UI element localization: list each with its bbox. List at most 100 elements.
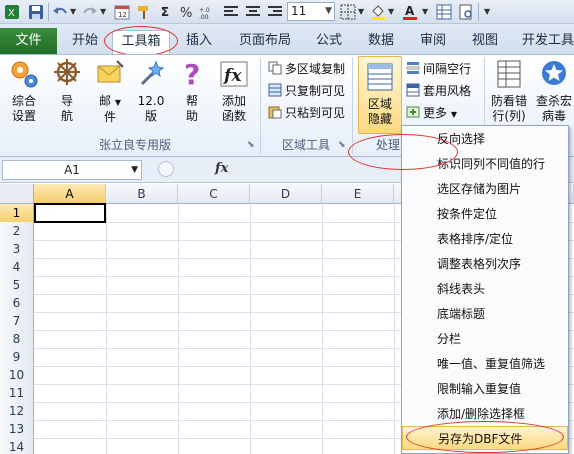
- area-hide-button[interactable]: 区域 隐藏: [358, 56, 402, 134]
- row-header[interactable]: 14: [0, 438, 34, 454]
- menu-item-invert-selection[interactable]: 反向选择: [402, 127, 568, 151]
- row-header[interactable]: 1: [0, 204, 34, 223]
- insert-function-icon[interactable]: fx: [215, 161, 228, 176]
- percent-icon[interactable]: %: [180, 4, 194, 20]
- paste-visible-button[interactable]: 只粘到可见: [268, 104, 345, 122]
- font-size-value: 11: [291, 4, 307, 18]
- tab-view[interactable]: 视图: [464, 30, 506, 54]
- row-header[interactable]: 12: [0, 402, 34, 421]
- borders-dropdown-icon[interactable]: ▼: [358, 3, 364, 21]
- button-label: 帮: [185, 94, 198, 108]
- tab-toolbox[interactable]: 工具箱: [112, 30, 170, 54]
- fill-color-dropdown-icon[interactable]: ▼: [388, 3, 394, 21]
- menu-item-unique-duplicate-filter[interactable]: 唯一值、重复值筛选: [402, 352, 568, 376]
- tab-home[interactable]: 开始: [62, 30, 108, 54]
- menu-item-limit-duplicate-input[interactable]: 限制输入重复值: [402, 377, 568, 401]
- align-left-icon[interactable]: [224, 5, 238, 19]
- chevron-down-icon[interactable]: ▼: [131, 161, 138, 179]
- tab-developer[interactable]: 开发工具: [516, 30, 574, 54]
- decimal-increase-icon[interactable]: +.0.00: [199, 4, 217, 20]
- menu-item-table-sort-locate[interactable]: 表格排序/定位: [402, 227, 568, 251]
- svg-text:A: A: [405, 4, 415, 18]
- row-header[interactable]: 4: [0, 258, 34, 277]
- kill-macro-virus-button[interactable]: 查杀宏 病毒: [532, 58, 574, 124]
- add-function-button[interactable]: fx 添加 函数: [215, 58, 253, 124]
- font-size-box[interactable]: 11 ▼: [287, 2, 335, 21]
- copy-visible-button[interactable]: 只复制可见: [268, 82, 345, 100]
- tab-review[interactable]: 审阅: [412, 30, 454, 54]
- tab-file[interactable]: 文件: [0, 28, 57, 54]
- align-center-icon[interactable]: [246, 5, 260, 19]
- row-header[interactable]: 5: [0, 276, 34, 295]
- row-header[interactable]: 10: [0, 366, 34, 385]
- active-cell-a1[interactable]: [34, 203, 106, 223]
- redo-icon[interactable]: [82, 5, 98, 19]
- multi-area-copy-button[interactable]: 多区域复制: [268, 60, 345, 78]
- row-header[interactable]: 9: [0, 348, 34, 367]
- formula-bar-resize-handle[interactable]: [158, 161, 174, 177]
- column-header-b[interactable]: B: [106, 184, 178, 204]
- row-header[interactable]: 6: [0, 294, 34, 313]
- column-header-c[interactable]: C: [178, 184, 250, 204]
- menu-item-diagonal-header[interactable]: 斜线表头: [402, 277, 568, 301]
- menu-item-adjust-column-order[interactable]: 调整表格列次序: [402, 252, 568, 276]
- menu-item-mark-different-rows[interactable]: 标识同列不同值的行: [402, 152, 568, 176]
- save-icon[interactable]: [28, 4, 44, 20]
- borders-icon[interactable]: [340, 4, 356, 20]
- row-header[interactable]: 13: [0, 420, 34, 439]
- button-label: 区域: [367, 97, 392, 111]
- more-button[interactable]: 更多 ▼: [406, 104, 457, 122]
- svg-text:12: 12: [118, 11, 127, 19]
- mail-button[interactable]: 邮 ▼ 件: [90, 58, 130, 125]
- print-preview-icon[interactable]: [458, 4, 474, 20]
- dialog-launcher-icon[interactable]: ⬊: [338, 140, 346, 150]
- tab-insert[interactable]: 插入: [176, 30, 222, 54]
- undo-dropdown-icon[interactable]: ▼: [70, 3, 76, 21]
- anti-misread-button[interactable]: 防看错 行(列): [488, 58, 530, 124]
- column-header-a[interactable]: A: [34, 184, 106, 204]
- format-painter-icon[interactable]: [136, 4, 152, 20]
- mail-icon: [97, 60, 124, 83]
- align-right-icon[interactable]: [268, 5, 282, 19]
- button-label: 航: [60, 109, 73, 123]
- row-header[interactable]: 3: [0, 240, 34, 259]
- comprehensive-settings-button[interactable]: 综合 设置: [6, 58, 42, 124]
- customize-toolbar-icon[interactable]: ▼: [484, 3, 490, 21]
- button-label: 助: [185, 109, 198, 123]
- undo-icon[interactable]: [52, 5, 68, 19]
- chevron-down-icon[interactable]: ▼: [325, 3, 332, 20]
- row-header[interactable]: 11: [0, 384, 34, 403]
- font-color-dropdown-icon[interactable]: ▼: [422, 3, 428, 21]
- column-header-d[interactable]: D: [250, 184, 322, 204]
- table-grid-icon[interactable]: [436, 4, 452, 20]
- help-button[interactable]: ? 帮 助: [175, 58, 209, 124]
- button-label: 更多: [423, 106, 448, 120]
- menu-item-columns[interactable]: 分栏: [402, 327, 568, 351]
- calendar-icon[interactable]: 12: [114, 4, 130, 20]
- menu-item-bottom-title[interactable]: 底端标题: [402, 302, 568, 326]
- select-all-corner[interactable]: [0, 184, 34, 204]
- interval-blank-rows-button[interactable]: 间隔空行: [406, 60, 471, 78]
- grid-line: [106, 204, 107, 454]
- tab-formulas[interactable]: 公式: [308, 30, 350, 54]
- menu-item-checkbox-toggle[interactable]: 添加/删除选择框: [402, 402, 568, 426]
- row-header[interactable]: 7: [0, 312, 34, 331]
- version-12-button[interactable]: 12.0 版: [135, 58, 167, 124]
- autosum-icon[interactable]: Σ: [158, 3, 172, 21]
- row-header[interactable]: 8: [0, 330, 34, 349]
- apply-style-button[interactable]: 套用风格: [406, 82, 471, 100]
- name-box[interactable]: A1 ▼: [2, 160, 142, 180]
- menu-item-save-selection-image[interactable]: 选区存储为图片: [402, 177, 568, 201]
- menu-item-save-as-dbf[interactable]: 另存为DBF文件: [402, 426, 568, 450]
- column-header-e[interactable]: E: [322, 184, 394, 204]
- navigation-button[interactable]: 导 航: [50, 58, 84, 124]
- row-header[interactable]: 2: [0, 222, 34, 241]
- fill-color-icon[interactable]: [370, 3, 386, 21]
- menu-item-locate-by-condition[interactable]: 按条件定位: [402, 202, 568, 226]
- font-color-icon[interactable]: A: [402, 3, 418, 21]
- redo-dropdown-icon[interactable]: ▼: [100, 3, 106, 21]
- button-label: 综合: [11, 94, 36, 108]
- dialog-launcher-icon[interactable]: ⬊: [247, 140, 255, 150]
- tab-page-layout[interactable]: 页面布局: [232, 30, 298, 54]
- tab-data[interactable]: 数据: [360, 30, 402, 54]
